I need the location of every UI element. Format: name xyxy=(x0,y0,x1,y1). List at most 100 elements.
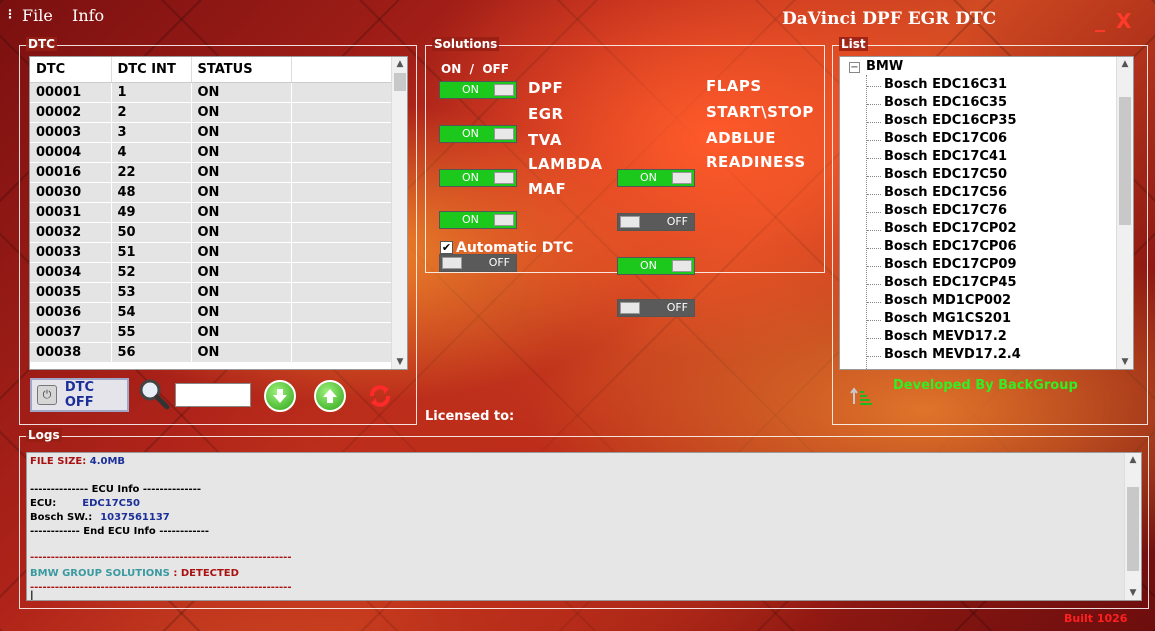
toggle-state-text: ON xyxy=(640,259,657,272)
column-header-status[interactable]: STATUS xyxy=(191,57,292,83)
close-button[interactable]: X xyxy=(1116,9,1131,33)
log-cursor: | xyxy=(30,590,34,601)
sort-icon[interactable] xyxy=(849,384,873,408)
log-ecu-info-end: ------------ End ECU Info ------------ xyxy=(30,526,209,537)
table-row[interactable]: 00031 49 ON xyxy=(30,202,392,223)
dtc-off-button[interactable]: ⏻ DTC OFF xyxy=(30,378,129,412)
power-icon: ⏻ xyxy=(37,385,57,405)
log-separator-2: ----------------------------------------… xyxy=(30,582,292,593)
arrow-up-button[interactable] xyxy=(314,380,346,412)
tree-branch-line xyxy=(867,104,881,105)
tree-branch-line xyxy=(867,86,881,87)
tree-item[interactable]: Bosch EDC17C56 xyxy=(884,185,1007,200)
dtc-int-cell: 55 xyxy=(111,322,192,343)
tree-item[interactable]: Bosch MEVD17.2 xyxy=(884,329,1007,344)
dtc-scroll-thumb[interactable] xyxy=(394,73,406,91)
tree-item[interactable]: Bosch MD1CP002 xyxy=(884,293,1011,308)
log-scroll-up-icon[interactable]: ▲ xyxy=(1125,455,1141,465)
log-solutions-sep: : xyxy=(169,568,181,579)
table-row[interactable]: 00038 56 ON xyxy=(30,342,392,363)
menu-file[interactable]: File xyxy=(22,6,53,25)
column-header-dtc[interactable]: DTC xyxy=(30,57,112,83)
table-row[interactable]: 00034 52 ON xyxy=(30,262,392,283)
dtc-status-cell: ON xyxy=(191,242,292,263)
toggle-knob xyxy=(494,172,514,184)
solution-label-readiness: READINESS xyxy=(706,153,806,171)
dtc-scrollbar[interactable]: ▲ ▼ xyxy=(391,57,407,369)
table-row[interactable]: 00037 55 ON xyxy=(30,322,392,343)
dtc-search-input[interactable] xyxy=(175,383,251,407)
toggle-adblue[interactable]: ON xyxy=(617,257,695,275)
column-header-dtc-int[interactable]: DTC INT xyxy=(111,57,192,83)
tree-item[interactable]: Bosch EDC17CP06 xyxy=(884,239,1017,254)
tree-item[interactable]: Bosch EDC17C06 xyxy=(884,131,1007,146)
toggle-knob xyxy=(672,172,692,184)
toggle-knob xyxy=(672,260,692,272)
tree-item[interactable]: Bosch EDC17CP02 xyxy=(884,221,1017,236)
toggle-readiness[interactable]: OFF xyxy=(617,299,695,317)
table-row[interactable]: 00003 3 ON xyxy=(30,122,392,143)
table-row[interactable]: 00030 48 ON xyxy=(30,182,392,203)
log-output[interactable]: FILE SIZE: 4.0MB -------------- ECU Info… xyxy=(26,452,1142,601)
table-row[interactable]: 00002 2 ON xyxy=(30,102,392,123)
tree-item[interactable]: Bosch EDC16C35 xyxy=(884,95,1007,110)
table-row[interactable]: 00016 22 ON xyxy=(30,162,392,183)
minimize-button[interactable]: _ xyxy=(1095,8,1105,32)
automatic-dtc-checkbox[interactable]: ✔ xyxy=(440,241,453,254)
dtc-code-cell: 00036 xyxy=(30,302,112,323)
log-ecu-info-start: -------------- ECU Info -------------- xyxy=(30,484,202,495)
log-scroll-thumb[interactable] xyxy=(1127,487,1139,571)
window-title: DaVinci DPF EGR DTC xyxy=(782,9,997,29)
log-scroll-down-icon[interactable]: ▼ xyxy=(1125,588,1141,598)
toggle-maf[interactable]: OFF xyxy=(439,254,517,272)
arrow-up-icon xyxy=(323,389,337,403)
menu-info[interactable]: Info xyxy=(72,6,104,25)
dtc-empty-cell xyxy=(291,162,392,183)
table-row[interactable]: 00035 53 ON xyxy=(30,282,392,303)
tree-item[interactable]: Bosch EDC17CP09 xyxy=(884,257,1017,272)
dtc-empty-cell xyxy=(291,202,392,223)
dtc-status-cell: ON xyxy=(191,202,292,223)
tree-item[interactable]: Bosch EDC16CP35 xyxy=(884,113,1017,128)
dtc-int-cell: 1 xyxy=(111,82,192,103)
tree-item[interactable]: Bosch EDC17C76 xyxy=(884,203,1007,218)
tree-item[interactable]: Bosch MG1CS201 xyxy=(884,311,1011,326)
tree-item[interactable]: Bosch EDC17CP45 xyxy=(884,275,1017,290)
toggle-egr[interactable]: ON xyxy=(439,125,517,143)
log-scrollbar[interactable]: ▲ ▼ xyxy=(1124,453,1141,600)
dtc-int-cell: 54 xyxy=(111,302,192,323)
toggle-state-text: OFF xyxy=(666,215,688,228)
arrow-down-button[interactable] xyxy=(264,380,296,412)
log-solutions-label: BMW GROUP SOLUTIONS xyxy=(30,568,170,579)
scroll-up-arrow-icon[interactable]: ▲ xyxy=(392,59,407,69)
list-scroll-thumb[interactable] xyxy=(1119,97,1131,225)
toggle-dpf[interactable]: ON xyxy=(439,81,517,99)
app-menu-icon[interactable]: ⋮ xyxy=(4,6,16,22)
tree-collapse-icon[interactable]: − xyxy=(849,62,860,73)
tree-item[interactable]: Bosch EDC17C50 xyxy=(884,167,1007,182)
table-row[interactable]: 00033 51 ON xyxy=(30,242,392,263)
dtc-empty-cell xyxy=(291,262,392,283)
refresh-button[interactable] xyxy=(364,380,396,412)
list-scroll-up-icon[interactable]: ▲ xyxy=(1117,59,1133,69)
tree-item[interactable]: Bosch MEVD17.2.4 xyxy=(884,347,1021,362)
automatic-dtc-label[interactable]: Automatic DTC xyxy=(456,240,573,256)
dtc-empty-cell xyxy=(291,182,392,203)
toggle-lambda[interactable]: ON xyxy=(439,211,517,229)
toggle-flaps[interactable]: ON xyxy=(617,169,695,187)
tree-root-bmw[interactable]: BMW xyxy=(866,59,903,74)
list-scrollbar[interactable]: ▲ ▼ xyxy=(1116,57,1133,369)
tree-item[interactable]: Bosch EDC16C31 xyxy=(884,77,1007,92)
tree-item[interactable]: Bosch EDC17C41 xyxy=(884,149,1007,164)
dtc-int-cell: 49 xyxy=(111,202,192,223)
dtc-table-header: DTC DTC INT STATUS xyxy=(30,57,392,83)
table-row[interactable]: 00036 54 ON xyxy=(30,302,392,323)
table-row[interactable]: 00032 50 ON xyxy=(30,222,392,243)
magnifier-icon[interactable] xyxy=(137,377,171,411)
table-row[interactable]: 00001 1 ON xyxy=(30,82,392,103)
list-scroll-down-icon[interactable]: ▼ xyxy=(1117,357,1133,367)
toggle-tva[interactable]: ON xyxy=(439,169,517,187)
toggle-start-stop[interactable]: OFF xyxy=(617,213,695,231)
table-row[interactable]: 00004 4 ON xyxy=(30,142,392,163)
scroll-down-arrow-icon[interactable]: ▼ xyxy=(392,357,407,367)
